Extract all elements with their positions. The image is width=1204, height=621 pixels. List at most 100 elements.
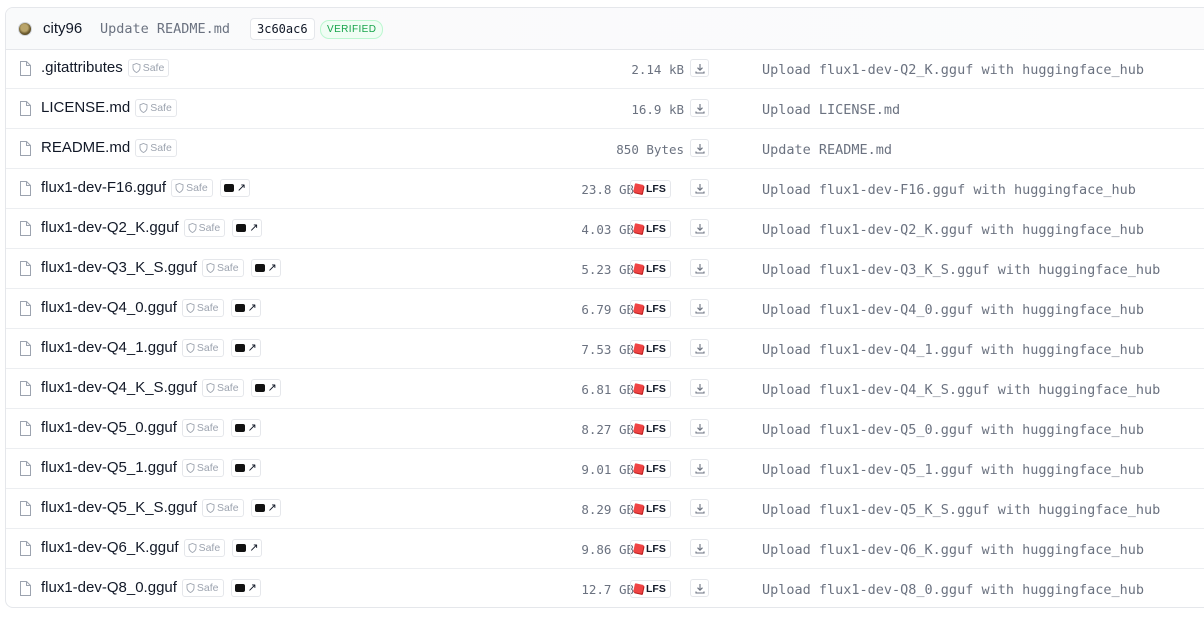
- download-icon[interactable]: [690, 539, 709, 557]
- file-name-link[interactable]: flux1-dev-Q5_1.gguf Safe ↗: [41, 459, 261, 478]
- file-name-link[interactable]: flux1-dev-Q4_K_S.gguf Safe ↗: [41, 379, 281, 398]
- xet-link-icon[interactable]: ↗: [230, 339, 261, 358]
- file-commit-message[interactable]: Upload flux1-dev-Q3_K_S.gguf with huggin…: [762, 262, 1160, 278]
- download-icon[interactable]: [690, 459, 709, 477]
- safe-badge[interactable]: Safe: [183, 219, 226, 238]
- lfs-badge[interactable]: LFS: [630, 540, 671, 558]
- commit-author[interactable]: city96: [43, 20, 82, 37]
- file-name[interactable]: flux1-dev-F16.gguf: [41, 179, 166, 196]
- lfs-badge[interactable]: LFS: [630, 180, 671, 198]
- download-icon[interactable]: [690, 339, 709, 357]
- download-icon[interactable]: [690, 99, 709, 117]
- file-name[interactable]: flux1-dev-Q3_K_S.gguf: [41, 259, 197, 276]
- file-commit-message[interactable]: Upload flux1-dev-Q4_1.gguf with huggingf…: [762, 342, 1144, 358]
- file-name[interactable]: flux1-dev-Q5_K_S.gguf: [41, 499, 197, 516]
- safe-badge[interactable]: Safe: [127, 59, 170, 78]
- download-icon[interactable]: [690, 59, 709, 77]
- safe-badge[interactable]: Safe: [171, 179, 213, 198]
- safe-badge[interactable]: Safe: [201, 499, 244, 518]
- file-name[interactable]: flux1-dev-Q5_0.gguf: [41, 419, 177, 436]
- safe-badge[interactable]: Safe: [181, 419, 224, 438]
- file-name[interactable]: flux1-dev-Q5_1.gguf: [41, 459, 177, 476]
- download-icon[interactable]: [690, 499, 709, 517]
- file-commit-message[interactable]: Upload flux1-dev-Q5_K_S.gguf with huggin…: [762, 502, 1160, 518]
- file-commit-message[interactable]: Upload flux1-dev-Q8_0.gguf with huggingf…: [762, 582, 1144, 598]
- file-commit-message[interactable]: Upload LICENSE.md: [762, 102, 900, 118]
- file-name[interactable]: LICENSE.md: [41, 99, 130, 116]
- xet-link-icon[interactable]: ↗: [230, 299, 261, 318]
- xet-link-icon[interactable]: ↗: [232, 219, 263, 238]
- file-name[interactable]: flux1-dev-Q4_K_S.gguf: [41, 379, 197, 396]
- safe-badge[interactable]: Safe: [181, 339, 224, 358]
- file-commit-message[interactable]: Upload flux1-dev-Q6_K.gguf with huggingf…: [762, 542, 1144, 558]
- xet-link-icon[interactable]: ↗: [230, 419, 261, 438]
- xet-link-icon[interactable]: ↗: [219, 179, 250, 198]
- download-icon[interactable]: [690, 259, 709, 277]
- file-name-link[interactable]: flux1-dev-Q4_0.gguf Safe ↗: [41, 299, 261, 318]
- safe-badge[interactable]: Safe: [201, 379, 244, 398]
- file-commit-message[interactable]: Upload flux1-dev-Q4_0.gguf with huggingf…: [762, 302, 1144, 318]
- download-icon[interactable]: [690, 179, 709, 197]
- file-name[interactable]: README.md: [41, 139, 130, 156]
- file-name-link[interactable]: flux1-dev-Q5_K_S.gguf Safe ↗: [41, 499, 281, 518]
- file-commit-message[interactable]: Upload flux1-dev-F16.gguf with huggingfa…: [762, 182, 1136, 198]
- safe-badge[interactable]: Safe: [181, 299, 224, 318]
- file-name[interactable]: flux1-dev-Q4_1.gguf: [41, 339, 177, 356]
- lfs-badge[interactable]: LFS: [630, 420, 671, 438]
- lfs-label: LFS: [646, 343, 666, 355]
- last-commit-message[interactable]: Update README.md: [100, 21, 230, 37]
- lfs-badge[interactable]: LFS: [630, 300, 671, 318]
- file-name-link[interactable]: flux1-dev-F16.gguf Safe ↗: [41, 179, 250, 198]
- commit-hash[interactable]: 3c60ac6: [250, 18, 315, 40]
- download-icon[interactable]: [690, 379, 709, 397]
- safe-badge[interactable]: Safe: [135, 139, 177, 158]
- file-commit-message[interactable]: Update README.md: [762, 142, 892, 158]
- file-name-link[interactable]: .gitattributes Safe: [41, 59, 170, 78]
- file-name-link[interactable]: flux1-dev-Q5_0.gguf Safe ↗: [41, 419, 261, 438]
- file-name[interactable]: flux1-dev-Q4_0.gguf: [41, 299, 177, 316]
- xet-link-icon[interactable]: ↗: [250, 259, 281, 278]
- file-name[interactable]: flux1-dev-Q8_0.gguf: [41, 579, 177, 596]
- safe-label: Safe: [216, 262, 239, 275]
- safe-badge[interactable]: Safe: [183, 539, 226, 558]
- user-avatar[interactable]: [18, 22, 32, 36]
- lfs-badge[interactable]: LFS: [630, 380, 671, 398]
- lfs-badge[interactable]: LFS: [630, 220, 671, 238]
- lfs-badge[interactable]: LFS: [630, 580, 671, 598]
- file-name-link[interactable]: flux1-dev-Q8_0.gguf Safe ↗: [41, 579, 261, 598]
- file-name-link[interactable]: README.md Safe: [41, 139, 177, 158]
- file-name-link[interactable]: LICENSE.md Safe: [41, 99, 177, 118]
- download-icon[interactable]: [690, 419, 709, 437]
- download-icon[interactable]: [690, 299, 709, 317]
- safe-badge[interactable]: Safe: [181, 459, 224, 478]
- xet-link-icon[interactable]: ↗: [230, 459, 261, 478]
- file-name-link[interactable]: flux1-dev-Q2_K.gguf Safe ↗: [41, 219, 263, 238]
- xet-link-icon[interactable]: ↗: [250, 379, 281, 398]
- safe-badge[interactable]: Safe: [135, 99, 177, 118]
- xet-link-icon[interactable]: ↗: [230, 579, 261, 598]
- file-commit-message[interactable]: Upload flux1-dev-Q5_1.gguf with huggingf…: [762, 462, 1144, 478]
- file-name[interactable]: flux1-dev-Q2_K.gguf: [41, 219, 179, 236]
- safe-badge[interactable]: Safe: [201, 259, 244, 278]
- file-name-link[interactable]: flux1-dev-Q6_K.gguf Safe ↗: [41, 539, 263, 558]
- lfs-badge[interactable]: LFS: [630, 460, 671, 478]
- download-icon[interactable]: [690, 139, 709, 157]
- file-name[interactable]: .gitattributes: [41, 59, 123, 76]
- file-commit-message[interactable]: Upload flux1-dev-Q4_K_S.gguf with huggin…: [762, 382, 1160, 398]
- lfs-badge[interactable]: LFS: [630, 500, 671, 518]
- file-commit-message[interactable]: Upload flux1-dev-Q5_0.gguf with huggingf…: [762, 422, 1144, 438]
- file-name[interactable]: flux1-dev-Q6_K.gguf: [41, 539, 179, 556]
- download-icon[interactable]: [690, 579, 709, 597]
- file-row: flux1-dev-F16.gguf Safe ↗ 23.8 GB LFS Upload …: [6, 169, 1204, 209]
- file-commit-message[interactable]: Upload flux1-dev-Q2_K.gguf with huggingf…: [762, 222, 1144, 238]
- lfs-badge[interactable]: LFS: [630, 260, 671, 278]
- file-commit-message[interactable]: Upload flux1-dev-Q2_K.gguf with huggingf…: [762, 62, 1144, 78]
- xet-link-icon[interactable]: ↗: [250, 499, 281, 518]
- lfs-badge[interactable]: LFS: [630, 340, 671, 358]
- file-size: 850 Bytes: [616, 142, 684, 157]
- safe-badge[interactable]: Safe: [181, 579, 224, 598]
- download-icon[interactable]: [690, 219, 709, 237]
- file-name-link[interactable]: flux1-dev-Q4_1.gguf Safe ↗: [41, 339, 261, 358]
- file-name-link[interactable]: flux1-dev-Q3_K_S.gguf Safe ↗: [41, 259, 281, 278]
- xet-link-icon[interactable]: ↗: [232, 539, 263, 558]
